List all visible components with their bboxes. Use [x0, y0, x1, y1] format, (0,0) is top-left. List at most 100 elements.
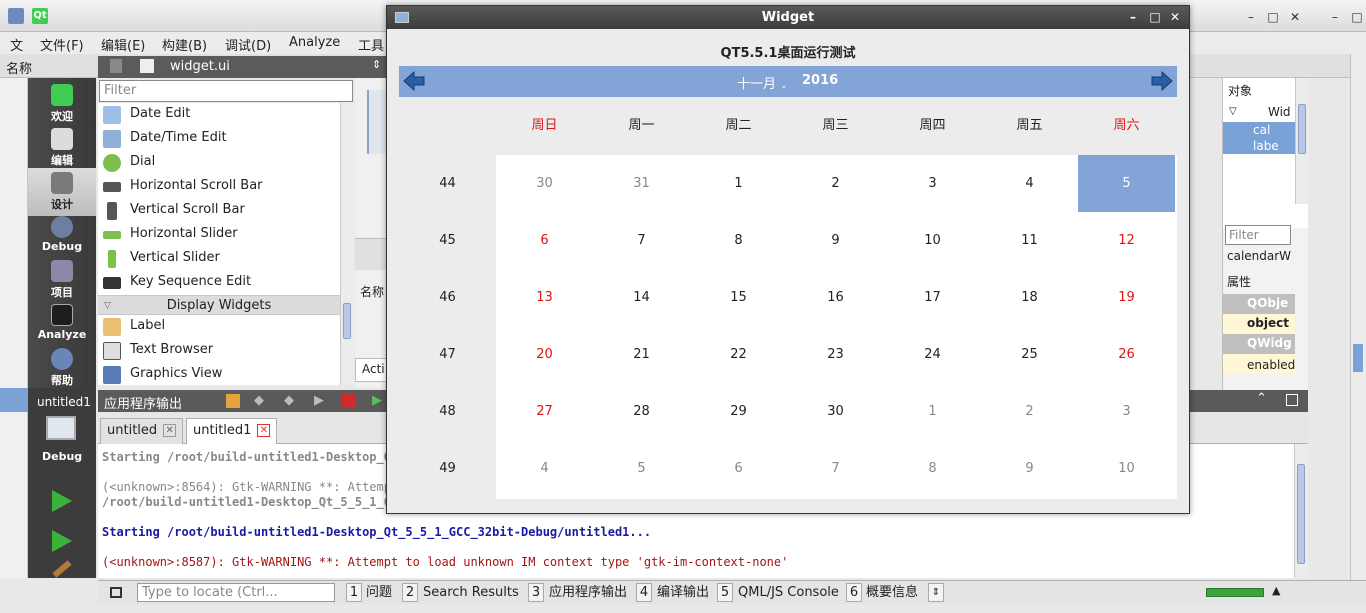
pane-compile-output[interactable]: 编译输出 — [657, 583, 709, 602]
day-cell[interactable]: 3 — [1078, 383, 1175, 440]
list-item[interactable]: Text Browser — [98, 339, 340, 363]
attach-icon[interactable]: ▶ — [372, 393, 382, 408]
list-item[interactable]: Label — [98, 315, 340, 339]
day-cell[interactable]: 14 — [593, 269, 690, 326]
day-cell[interactable]: 1 — [690, 155, 787, 212]
pane-num[interactable]: 1 — [346, 583, 362, 602]
property-filter-input[interactable]: Filter — [1225, 225, 1291, 245]
more-panes-icon[interactable]: ⇕ — [928, 583, 944, 602]
day-cell[interactable]: 7 — [593, 212, 690, 269]
mode-projects[interactable]: 项目 — [28, 256, 96, 304]
day-cell[interactable]: 7 — [787, 440, 884, 497]
pane-issues[interactable]: 问题 — [366, 583, 392, 602]
menu-file[interactable]: 文件(F) — [40, 35, 84, 54]
list-item[interactable]: Date/Time Edit — [98, 127, 340, 151]
day-cell[interactable]: 2 — [981, 383, 1078, 440]
day-cell[interactable]: 6 — [690, 440, 787, 497]
mode-help[interactable]: 帮助 — [28, 344, 96, 392]
tab-untitled1[interactable]: untitled1 ✕ — [186, 418, 278, 444]
widget-list-scrollbar[interactable] — [340, 103, 354, 385]
next-icon[interactable]: ◆ — [284, 393, 294, 408]
day-cell[interactable]: 11 — [981, 212, 1078, 269]
mode-design[interactable]: 设计 — [28, 168, 96, 216]
day-cell[interactable]: 4 — [496, 440, 593, 497]
day-cell[interactable]: 30 — [496, 155, 593, 212]
mode-analyze[interactable]: Analyze — [28, 300, 96, 348]
widget-filter-input[interactable]: Filter — [99, 80, 353, 102]
day-cell[interactable]: 24 — [884, 326, 981, 383]
day-cell[interactable]: 19 — [1078, 269, 1175, 326]
day-cell[interactable]: 29 — [690, 383, 787, 440]
day-cell[interactable]: 5 — [593, 440, 690, 497]
scroll-thumb[interactable] — [1353, 344, 1363, 372]
close-tab-icon[interactable]: ✕ — [163, 424, 177, 437]
maximize-icon[interactable]: □ — [1147, 9, 1163, 25]
day-cell[interactable]: 12 — [1078, 212, 1175, 269]
menu-analyze[interactable]: Analyze — [289, 35, 340, 50]
day-cell[interactable]: 13 — [496, 269, 593, 326]
day-cell[interactable]: 4 — [981, 155, 1078, 212]
day-cell[interactable]: 1 — [884, 383, 981, 440]
day-cell[interactable]: 2 — [787, 155, 884, 212]
day-cell[interactable]: 8 — [690, 212, 787, 269]
property-group[interactable]: QWidg — [1223, 334, 1295, 354]
day-cell[interactable]: 9 — [981, 440, 1078, 497]
pane-num[interactable]: 5 — [717, 583, 733, 602]
rerun-icon[interactable]: ▶ — [314, 393, 324, 408]
file-dropdown-icon[interactable]: ⇕ — [372, 58, 381, 71]
open-file-name[interactable]: widget.ui — [170, 59, 230, 74]
day-cell[interactable]: 10 — [884, 212, 981, 269]
day-cell[interactable]: 25 — [981, 326, 1078, 383]
menu-build[interactable]: 构建(B) — [162, 35, 207, 54]
tab-untitled[interactable]: untitled ✕ — [100, 418, 184, 444]
day-cell[interactable]: 26 — [1078, 326, 1175, 383]
build-hammer-icon[interactable] — [52, 560, 72, 578]
property-row[interactable]: enabled — [1223, 354, 1295, 374]
action-tab[interactable]: Acti — [355, 358, 387, 382]
pane-qml-console[interactable]: QML/JS Console — [738, 583, 839, 602]
property-group[interactable]: QObje — [1223, 294, 1295, 314]
locator-input[interactable]: Type to locate (Ctrl... — [137, 583, 335, 602]
close-icon[interactable]: ✕ — [1288, 10, 1302, 24]
day-cell[interactable]: 20 — [496, 326, 593, 383]
pane-num[interactable]: 3 — [528, 583, 544, 602]
list-item[interactable]: Vertical Slider — [98, 247, 340, 271]
day-cell[interactable]: 15 — [690, 269, 787, 326]
clear-output-icon[interactable] — [226, 394, 240, 408]
property-row[interactable]: object — [1223, 314, 1295, 334]
pane-num[interactable]: 6 — [846, 583, 862, 602]
day-cell[interactable]: 18 — [981, 269, 1078, 326]
day-cell[interactable]: 10 — [1078, 440, 1175, 497]
close-icon[interactable]: ✕ — [1167, 9, 1183, 25]
objects-scrollbar[interactable] — [1295, 78, 1309, 204]
toggle-sidebar-icon[interactable] — [110, 587, 122, 598]
mode-debug[interactable]: Debug — [28, 212, 96, 260]
day-cell[interactable]: 23 — [787, 326, 884, 383]
target-monitor-icon[interactable] — [46, 416, 76, 440]
stop-icon[interactable] — [342, 394, 356, 408]
progress-toggle-icon[interactable]: ▲ — [1272, 584, 1280, 597]
prev-month-icon[interactable] — [403, 71, 425, 91]
pane-app-output[interactable]: 应用程序输出 — [549, 583, 627, 602]
close-pane-icon[interactable] — [1286, 394, 1298, 406]
menu-debug[interactable]: 调试(D) — [225, 35, 271, 54]
day-cell[interactable]: 16 — [787, 269, 884, 326]
close-tab-icon[interactable]: ✕ — [257, 424, 271, 437]
tree-row-selected[interactable]: cal labe — [1223, 122, 1295, 154]
list-item[interactable]: Key Sequence Edit — [98, 271, 340, 295]
day-cell[interactable]: 6 — [496, 212, 593, 269]
day-cell[interactable]: 3 — [884, 155, 981, 212]
day-cell[interactable]: 5 — [1078, 155, 1175, 212]
pane-general-messages[interactable]: 概要信息 — [866, 583, 918, 602]
scroll-thumb[interactable] — [1297, 464, 1305, 564]
list-item[interactable]: Horizontal Slider — [98, 223, 340, 247]
maximize-icon[interactable]: □ — [1266, 10, 1280, 24]
scroll-thumb[interactable] — [1298, 104, 1306, 154]
menu-tools[interactable]: 工具 — [358, 35, 384, 54]
mode-edit[interactable]: 编辑 — [28, 124, 96, 172]
maximize-icon-2[interactable]: □ — [1350, 10, 1364, 24]
list-item[interactable]: Vertical Scroll Bar — [98, 199, 340, 223]
day-cell[interactable]: 21 — [593, 326, 690, 383]
output-scrollbar[interactable] — [1294, 444, 1308, 578]
maximize-pane-icon[interactable]: ⌃ — [1256, 391, 1267, 406]
